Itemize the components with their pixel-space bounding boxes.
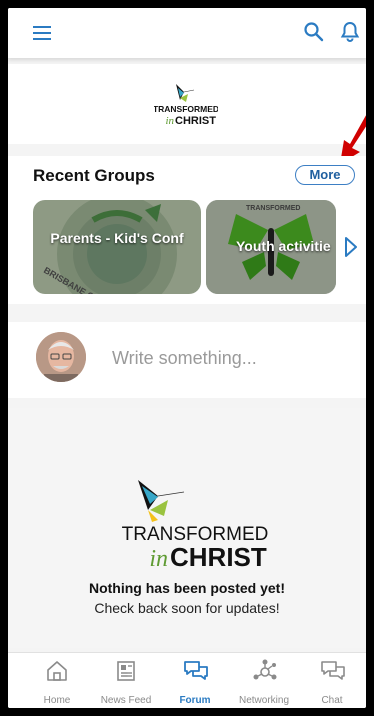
nav-networking[interactable]: Networking xyxy=(232,653,296,708)
nav-forum[interactable]: Forum xyxy=(163,653,227,708)
hamburger-menu-icon[interactable] xyxy=(33,24,55,42)
search-icon[interactable] xyxy=(302,20,326,44)
empty-state-title: Nothing has been posted yet! xyxy=(88,580,285,596)
brand-line1: TRANSFORMED xyxy=(154,104,218,114)
nav-label: Networking xyxy=(238,695,290,706)
group-label: Youth activitie xyxy=(236,238,331,254)
chat-bubbles-icon xyxy=(321,661,345,680)
user-avatar[interactable] xyxy=(36,332,86,382)
nav-chat[interactable]: Chat xyxy=(300,653,364,708)
network-icon xyxy=(253,659,277,680)
nav-news-feed[interactable]: News Feed xyxy=(94,653,158,708)
nav-label: Chat xyxy=(321,695,343,706)
group-ring-text-top: TRANSFORMED xyxy=(246,205,300,212)
nav-label: Forum xyxy=(179,695,211,706)
brand-line2: CHRIST xyxy=(175,115,216,126)
chevron-right-icon[interactable] xyxy=(344,236,358,258)
nav-label: News Feed xyxy=(100,695,152,706)
transformed-in-christ-logo-large: TRANSFORMED in CHRIST xyxy=(122,480,268,568)
nav-home[interactable]: Home xyxy=(25,653,89,708)
forum-chat-icon xyxy=(184,661,208,680)
empty-state-subtitle: Check back soon for updates! xyxy=(94,600,280,616)
recent-groups-title: Recent Groups xyxy=(33,166,155,185)
group-card-youth-activities[interactable]: TRANSFORMED Youth activitie xyxy=(206,200,336,294)
brand-line2-large: CHRIST xyxy=(170,542,267,568)
bell-icon[interactable] xyxy=(338,20,362,44)
group-cover-image: BRISBANE CONFERENCE 2026 xyxy=(42,200,177,294)
app-screen: TRANSFORMED in CHRIST Recent Groups More… xyxy=(8,8,366,708)
nav-label: Home xyxy=(43,695,71,706)
more-groups-button[interactable]: More xyxy=(295,165,355,185)
newspaper-icon xyxy=(117,661,135,681)
transformed-in-christ-logo: TRANSFORMED in CHRIST xyxy=(154,84,218,126)
bottom-navigation: Home News Feed Forum Networking Chat xyxy=(8,652,366,708)
write-post-input[interactable]: Write something... xyxy=(112,348,332,370)
group-card-parents-kids-conf[interactable]: BRISBANE CONFERENCE 2026 Parents - Kid's… xyxy=(33,200,201,294)
brand-line2-script: in xyxy=(165,115,174,126)
group-label: Parents - Kid's Conf xyxy=(50,230,184,246)
home-icon xyxy=(47,661,67,681)
brand-line2-script-large: in xyxy=(149,546,168,568)
